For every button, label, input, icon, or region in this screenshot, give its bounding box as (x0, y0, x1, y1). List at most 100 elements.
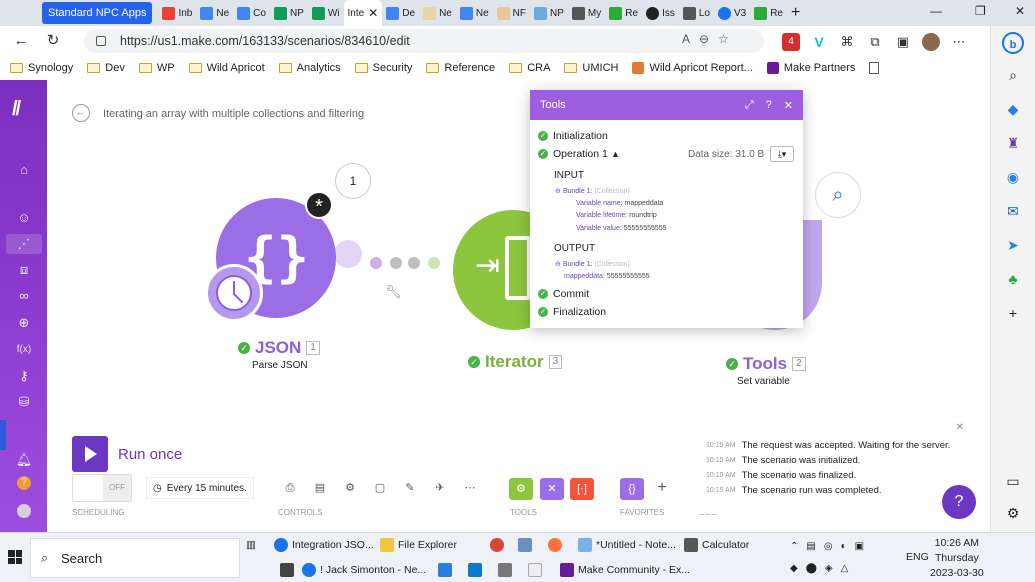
settings-gear-icon[interactable]: ⚙ (1002, 502, 1024, 524)
magic-wand-icon[interactable]: ✎ (402, 480, 418, 496)
schedule-setting[interactable]: ◷ Every 15 minutes. (146, 477, 254, 499)
flow-control-icon[interactable]: ✈ (432, 480, 448, 496)
profile-avatar[interactable] (922, 33, 940, 51)
taskbar-calculator[interactable]: Calculator (684, 538, 749, 552)
output-bundle[interactable]: ⊖ Bundle 1: (Collection) (555, 260, 630, 268)
bookmark-wp[interactable]: WP (138, 62, 175, 74)
tab-lo[interactable]: Lo (679, 2, 714, 24)
input-bundle[interactable]: ⊖ Bundle 1: (Collection) (555, 187, 630, 195)
operation-row[interactable]: ✓ Operation 1 ▴ (538, 148, 618, 160)
zoom-icon[interactable]: ⊖ (699, 32, 709, 46)
scheduling-toggle[interactable]: OFF (72, 474, 132, 502)
taskbar-app[interactable] (518, 538, 532, 552)
add-favorite-icon[interactable]: + (654, 480, 670, 496)
vimeo-icon[interactable]: V (810, 33, 828, 51)
send-icon[interactable]: ➤ (1002, 234, 1024, 256)
tray-icon[interactable]: ▣ (855, 541, 864, 552)
taskbar-notepad[interactable]: *Untitled - Note... (578, 538, 676, 552)
read-aloud-icon[interactable]: A (682, 32, 690, 46)
bookmark-reference[interactable]: Reference (426, 62, 495, 74)
refresh-icon[interactable]: ↻ (42, 30, 64, 52)
asterisk-icon[interactable]: * (305, 191, 333, 219)
tab-standard-npc-apps[interactable]: Standard NPC Apps (42, 2, 153, 24)
taskbar-app-4[interactable] (498, 563, 512, 577)
run-once-button[interactable] (72, 436, 108, 472)
more-icon[interactable]: ⋯ (462, 480, 478, 496)
operations-bubble[interactable]: 1 (335, 163, 371, 199)
taskbar-vscode[interactable] (468, 563, 482, 577)
bookmark-umich[interactable]: UMICH (564, 62, 618, 74)
bookmark-analytics[interactable]: Analytics (278, 62, 341, 74)
notes-icon[interactable]: ▢ (372, 480, 388, 496)
tab-ne-2[interactable]: Ne (456, 2, 493, 24)
chevron-up-icon[interactable]: ⌃ (790, 541, 798, 552)
language-indicator[interactable]: ENG (906, 551, 929, 563)
app-tray-icon[interactable]: ▤ (806, 541, 815, 552)
help-chat-button[interactable]: ? (942, 485, 976, 519)
save-icon[interactable]: ⎙ (282, 480, 298, 496)
gear-icon[interactable]: ⚙ (342, 480, 358, 496)
restore-icon[interactable]: ❐ (975, 4, 986, 18)
new-tab-button[interactable]: + (787, 2, 804, 24)
drive-icon[interactable]: △ (841, 563, 849, 574)
tools-gear-button[interactable]: ⚙ (509, 478, 533, 500)
tab-re-2[interactable]: Re (750, 2, 787, 24)
extension-badge-icon[interactable]: 4 (782, 33, 800, 51)
puzzle-icon[interactable]: ⌘ (838, 33, 856, 51)
task-view-icon[interactable]: ▥ (246, 539, 256, 551)
add-icon[interactable]: + (1002, 302, 1024, 324)
bookmark-cra[interactable]: CRA (509, 62, 550, 74)
taskbar-search[interactable]: ⌕ Search (30, 538, 240, 578)
text-parser-button[interactable]: [·] (570, 478, 594, 500)
help-icon[interactable]: ? (766, 99, 772, 112)
taskbar-app-2[interactable] (280, 563, 294, 577)
tools-wrench-button[interactable]: ✕ (540, 478, 564, 500)
taskbar-firefox[interactable] (548, 538, 562, 552)
finalization-row[interactable]: ✓ Finalization (538, 306, 606, 318)
more-menu-icon[interactable]: ⋯ (950, 33, 968, 51)
search-icon[interactable]: ⌕ (1002, 64, 1024, 86)
initialization-row[interactable]: ✓ Initialization (538, 130, 608, 142)
taskbar-edge-integration[interactable]: Integration JSO... (274, 538, 374, 552)
clock-icon[interactable] (205, 264, 263, 322)
tab-active-make[interactable]: Inte ✕ (343, 0, 383, 26)
m365-icon[interactable]: ◉ (1002, 166, 1024, 188)
commit-row[interactable]: ✓ Commit (538, 288, 589, 300)
tab-calendar[interactable]: Ne (196, 2, 233, 24)
tab-nf[interactable]: NF (493, 2, 530, 24)
taskbar-file-explorer[interactable]: File Explorer (380, 538, 457, 552)
run-once-label[interactable]: Run once (118, 446, 182, 463)
wrench-icon[interactable]: 🔧︎ (385, 284, 402, 299)
tab-github[interactable]: Iss (642, 2, 679, 24)
split-screen-icon[interactable]: ▣ (894, 33, 912, 51)
collections-icon[interactable]: ⧉ (866, 33, 884, 51)
tab-np[interactable]: NP (530, 2, 568, 24)
tray-icon[interactable]: ◆ (790, 563, 798, 574)
taskbar-app-3[interactable] (438, 563, 452, 577)
bookmark-security[interactable]: Security (354, 62, 412, 74)
system-clock[interactable]: 10:26 AM Thursday 2023-03-30 (930, 536, 984, 581)
tab-sheets-1[interactable]: NP (270, 2, 308, 24)
tab-sheets-2[interactable]: Wi (308, 2, 344, 24)
close-icon[interactable]: ✕ (368, 6, 378, 20)
back-arrow-icon[interactable]: ← (10, 30, 32, 52)
bookmark-make-partners[interactable]: Make Partners (766, 62, 855, 74)
bookmark-synology[interactable]: Synology (10, 62, 73, 74)
address-bar[interactable]: https://us1.make.com/163133/scenarios/83… (84, 29, 764, 53)
taskbar-make-community[interactable]: Make Community - Ex... (560, 563, 690, 577)
bing-icon[interactable]: b (1002, 32, 1024, 54)
tab-v3[interactable]: V3 (714, 2, 750, 24)
screen-icon[interactable]: ▭ (1002, 470, 1024, 492)
tag-icon[interactable]: ◆ (1002, 98, 1024, 120)
taskbar-app-5[interactable] (528, 563, 542, 577)
tab-docs[interactable]: Co (233, 2, 270, 24)
bookmark-wild-apricot-report[interactable]: Wild Apricot Report... (632, 62, 753, 74)
expand-icon[interactable]: ⤢ (745, 99, 754, 112)
chess-icon[interactable]: ♜ (1002, 132, 1024, 154)
download-icon[interactable]: ⤓▾ (770, 146, 794, 162)
bookmark-wild-apricot[interactable]: Wild Apricot (188, 62, 265, 74)
bookmark-page[interactable] (869, 62, 880, 74)
windows-start-icon[interactable] (8, 550, 22, 564)
tab-re-1[interactable]: Re (605, 2, 642, 24)
taskbar-jack-simonton[interactable]: ! Jack Simonton - Ne... (302, 563, 426, 577)
